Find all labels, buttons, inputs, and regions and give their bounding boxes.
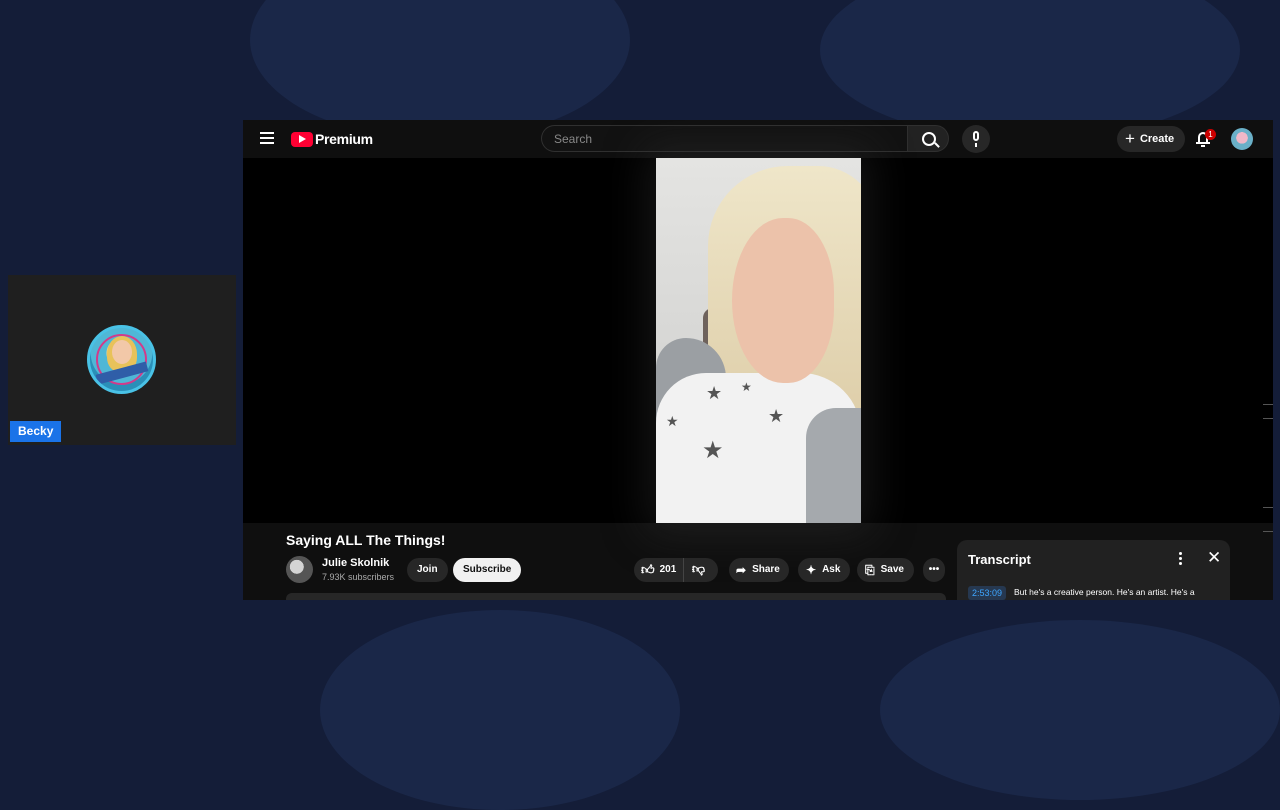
- voice-search-button[interactable]: [962, 125, 990, 153]
- share-button[interactable]: ➦ Share: [729, 558, 789, 582]
- edge-marker: [1263, 404, 1273, 405]
- logo-text: Premium: [315, 131, 373, 147]
- description-box[interactable]: [286, 593, 946, 600]
- more-horizontal-icon: •••: [928, 564, 940, 575]
- hamburger-menu-icon[interactable]: [260, 132, 274, 144]
- search-button[interactable]: [907, 125, 949, 152]
- video-player[interactable]: ★ ★ ★ ★ ★: [243, 158, 1273, 523]
- share-label: Share: [752, 564, 780, 575]
- plus-icon: +: [1125, 129, 1135, 148]
- user-avatar[interactable]: [1231, 128, 1253, 150]
- subscribe-button[interactable]: Subscribe: [453, 558, 522, 582]
- background-shape: [250, 0, 630, 140]
- search-input[interactable]: Search: [541, 125, 907, 152]
- microphone-icon: [973, 131, 979, 141]
- participant-avatar: [87, 325, 156, 394]
- edge-marker: [1263, 418, 1273, 419]
- subscriber-count: 7.93K subscribers: [322, 572, 395, 582]
- like-dislike-group: 👍︎ 201 👎︎: [634, 558, 718, 582]
- sparkle-icon: ✦: [806, 563, 817, 577]
- create-label: Create: [1139, 133, 1175, 145]
- channel-avatar[interactable]: [286, 556, 313, 583]
- search-icon: [922, 132, 936, 146]
- youtube-header: Premium Search + Create 1: [243, 120, 1273, 158]
- transcript-timestamp[interactable]: 2:53:09: [968, 586, 1007, 600]
- like-count: 201: [659, 564, 677, 575]
- save-button[interactable]: ⎘ Save: [857, 558, 914, 582]
- video-title: Saying ALL The Things!: [286, 532, 446, 548]
- video-frame: ★ ★ ★ ★ ★: [656, 158, 861, 523]
- channel-name[interactable]: Julie Skolnik: [322, 557, 389, 569]
- background-shape: [320, 610, 680, 810]
- youtube-play-icon: [291, 131, 313, 147]
- more-actions-button[interactable]: •••: [923, 558, 945, 582]
- ask-button[interactable]: ✦ Ask: [798, 558, 851, 582]
- more-vertical-icon[interactable]: [1179, 552, 1182, 567]
- participant-name-tag: Becky: [10, 421, 62, 442]
- dislike-button[interactable]: 👎︎: [684, 557, 718, 583]
- create-button[interactable]: + Create: [1117, 126, 1186, 152]
- notification-badge: 1: [1205, 129, 1216, 140]
- background-shape: [880, 620, 1280, 800]
- edge-marker: [1263, 531, 1273, 532]
- join-button[interactable]: Join: [407, 558, 448, 582]
- save-label: Save: [880, 564, 904, 575]
- share-arrow-icon: ➦: [736, 563, 747, 577]
- thumbs-up-icon: 👍︎: [641, 562, 655, 577]
- transcript-panel: Transcript ✕ 2:53:09 But he's a creative…: [957, 540, 1230, 600]
- edge-marker: [1263, 507, 1273, 508]
- transcript-text[interactable]: But he's a creative person. He's an arti…: [1014, 587, 1195, 597]
- transcript-title: Transcript: [968, 552, 1031, 567]
- bookmark-icon: ⎘: [865, 563, 875, 577]
- close-icon[interactable]: ✕: [1207, 548, 1221, 568]
- background-shape: [820, 0, 1240, 140]
- youtube-logo[interactable]: Premium: [291, 131, 373, 147]
- ask-label: Ask: [822, 564, 841, 575]
- thumbs-down-icon: 👎︎: [691, 561, 706, 576]
- youtube-window: Premium Search + Create 1 ★ ★ ★ ★ ★ Sayi…: [243, 120, 1273, 600]
- like-button[interactable]: 👍︎ 201: [634, 558, 684, 582]
